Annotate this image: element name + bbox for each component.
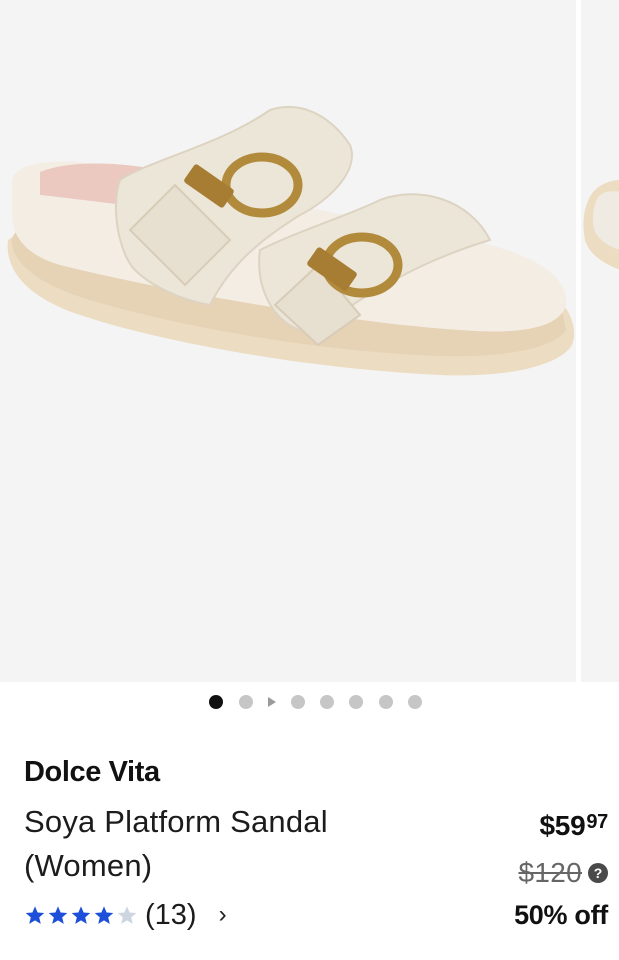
price-dollars: 59 [554,810,586,841]
product-image-carousel[interactable] [0,0,619,682]
carousel-dot-8[interactable] [408,695,422,709]
carousel-pagination [0,694,619,710]
sale-price: $5997 [539,810,609,842]
brand-name[interactable]: Dolce Vita [24,756,160,789]
price-currency: $ [539,810,556,841]
star-rating [24,905,139,926]
discount-badge: 50% off [514,900,608,930]
rating-summary[interactable]: (13) › [24,897,227,933]
star-filled-icon [25,905,45,924]
original-price-row: $120 ? [518,857,608,889]
next-product-image-peek[interactable] [581,0,619,682]
sandal-image [7,105,575,376]
star-filled-icon [71,905,91,924]
review-count: (13) [145,898,197,931]
carousel-dot-7[interactable] [379,695,393,709]
carousel-dot-6[interactable] [349,695,363,709]
sandal-image-peek [583,180,619,270]
star-empty-icon [117,905,137,924]
video-play-icon[interactable] [268,697,276,707]
price-cents: 97 [586,811,608,833]
carousel-dot-2[interactable] [239,695,253,709]
carousel-dot-4[interactable] [291,695,305,709]
original-price: $120 [518,857,582,888]
product-title: Soya Platform Sandal (Women) [24,804,328,883]
product-image-slide[interactable] [0,0,576,682]
star-filled-icon [48,905,68,924]
carousel-dot-1[interactable] [209,695,223,709]
chevron-right-icon: › [218,901,227,928]
carousel-dot-5[interactable] [320,695,334,709]
help-icon[interactable]: ? [588,863,608,883]
star-filled-icon [94,905,114,924]
